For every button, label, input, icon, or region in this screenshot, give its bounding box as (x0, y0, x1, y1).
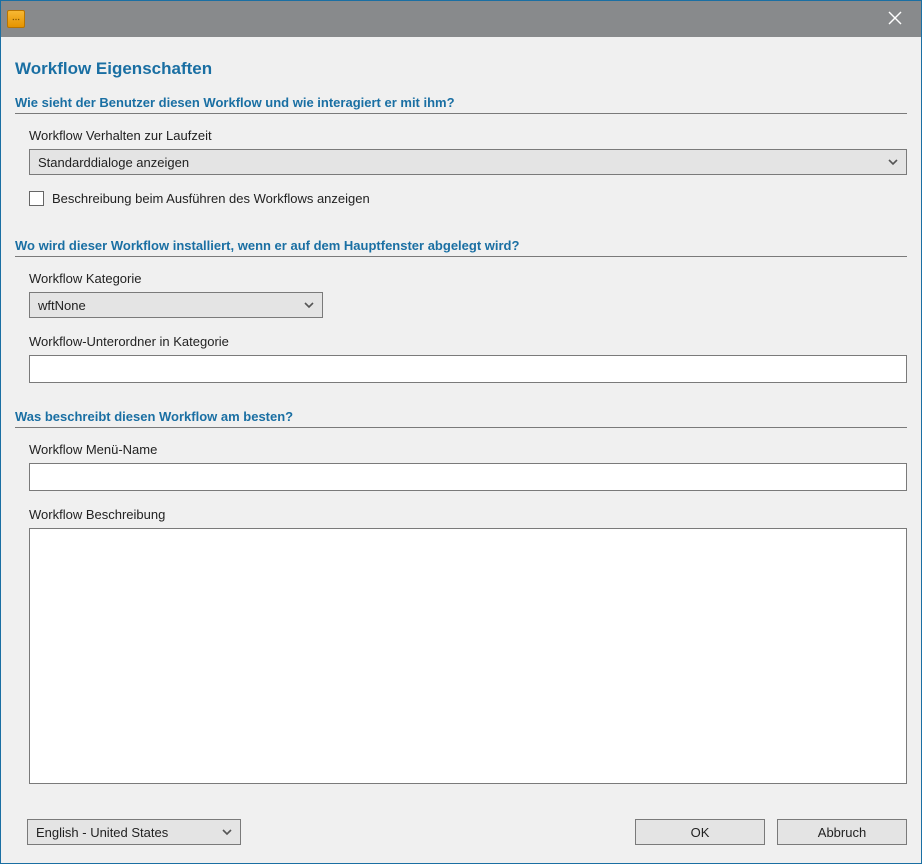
dialog-title: Workflow Eigenschaften (15, 59, 907, 79)
behavior-label: Workflow Verhalten zur Laufzeit (29, 128, 907, 143)
show-description-checkbox-label[interactable]: Beschreibung beim Ausführen des Workflow… (52, 191, 370, 206)
category-label: Workflow Kategorie (29, 271, 907, 286)
menu-name-input[interactable] (29, 463, 907, 491)
field-subfolder: Workflow-Unterordner in Kategorie (29, 334, 907, 383)
close-icon (888, 11, 902, 28)
subfolder-label: Workflow-Unterordner in Kategorie (29, 334, 907, 349)
chevron-down-icon (220, 825, 234, 839)
chevron-down-icon (302, 298, 316, 312)
subfolder-input[interactable] (29, 355, 907, 383)
behavior-select[interactable]: Standarddialoge anzeigen (29, 149, 907, 175)
section-heading-install: Wo wird dieser Workflow installiert, wen… (15, 238, 907, 257)
description-label: Workflow Beschreibung (29, 507, 907, 522)
field-behavior: Workflow Verhalten zur Laufzeit Standard… (29, 128, 907, 175)
category-select-value: wftNone (38, 298, 302, 313)
titlebar: ⋯ (1, 1, 921, 37)
language-select-value: English - United States (36, 825, 220, 840)
section-heading-interaction: Wie sieht der Benutzer diesen Workflow u… (15, 95, 907, 114)
cancel-button-label: Abbruch (818, 825, 866, 840)
language-select[interactable]: English - United States (27, 819, 241, 845)
field-description: Workflow Beschreibung (29, 507, 907, 787)
cancel-button[interactable]: Abbruch (777, 819, 907, 845)
dialog-footer: English - United States OK Abbruch (1, 811, 921, 863)
category-select[interactable]: wftNone (29, 292, 323, 318)
chevron-down-icon (886, 155, 900, 169)
app-icon: ⋯ (7, 10, 25, 28)
field-category: Workflow Kategorie wftNone (29, 271, 907, 318)
ok-button-label: OK (691, 825, 710, 840)
behavior-select-value: Standarddialoge anzeigen (38, 155, 886, 170)
menu-name-label: Workflow Menü-Name (29, 442, 907, 457)
ok-button[interactable]: OK (635, 819, 765, 845)
description-textarea[interactable] (29, 528, 907, 784)
show-description-checkbox-row: Beschreibung beim Ausführen des Workflow… (29, 191, 907, 206)
field-menu-name: Workflow Menü-Name (29, 442, 907, 491)
show-description-checkbox[interactable] (29, 191, 44, 206)
close-button[interactable] (875, 1, 915, 37)
section-heading-describe: Was beschreibt diesen Workflow am besten… (15, 409, 907, 428)
dialog-content: Workflow Eigenschaften Wie sieht der Ben… (1, 37, 921, 811)
